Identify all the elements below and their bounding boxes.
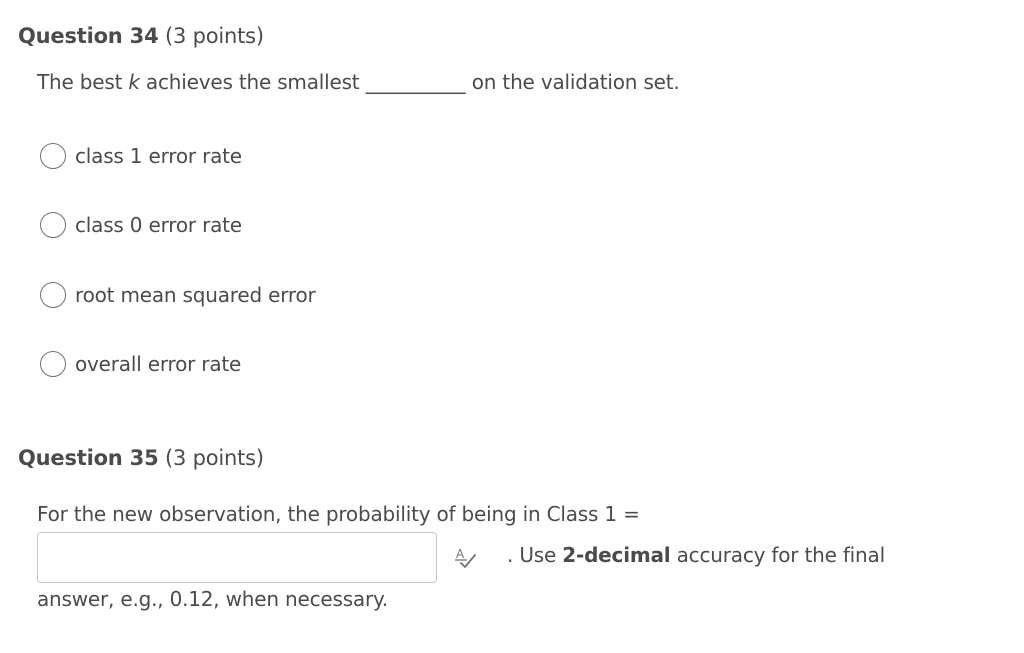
instructions-post: accuracy for the final: [670, 543, 886, 567]
prompt-text-middle: achieves the smallest: [139, 70, 366, 94]
instructions-pre: . Use: [507, 543, 563, 567]
option-root-mean-squared-error[interactable]: root mean squared error: [40, 280, 316, 310]
question-35-prompt: For the new observation, the probability…: [37, 502, 640, 526]
option-label: class 0 error rate: [75, 213, 242, 237]
question-34-points: (3 points): [164, 24, 264, 48]
option-label: overall error rate: [75, 352, 242, 376]
question-34-prompt: The best k achieves the smallest _______…: [37, 70, 680, 94]
prompt-variable-k: k: [128, 70, 140, 94]
spellcheck-icon[interactable]: A: [453, 544, 479, 570]
prompt-text-after: on the validation set.: [465, 70, 680, 94]
instructions-bold: 2-decimal: [562, 543, 671, 567]
radio-button[interactable]: [40, 351, 66, 377]
fill-in-blank: __________: [365, 70, 466, 94]
option-class-1-error-rate[interactable]: class 1 error rate: [40, 141, 242, 171]
answer-instructions-tail: answer, e.g., 0.12, when necessary.: [37, 587, 388, 611]
prompt-text-before: The best: [37, 70, 129, 94]
question-35-points: (3 points): [164, 446, 264, 470]
option-overall-error-rate[interactable]: overall error rate: [40, 349, 241, 379]
radio-button[interactable]: [40, 212, 66, 238]
quiz-page: Question 34 (3 points) The best k achiev…: [0, 0, 1024, 653]
question-35-number: Question 35: [18, 446, 159, 470]
option-class-0-error-rate[interactable]: class 0 error rate: [40, 210, 242, 240]
answer-instructions: . Use 2-decimal accuracy for the final: [507, 543, 885, 567]
radio-button[interactable]: [40, 143, 66, 169]
option-label: class 1 error rate: [75, 144, 242, 168]
answer-input[interactable]: [37, 532, 437, 583]
option-label: root mean squared error: [75, 283, 316, 307]
svg-text:A: A: [456, 547, 465, 561]
question-35-heading: Question 35 (3 points): [18, 446, 264, 470]
question-34-heading: Question 34 (3 points): [18, 24, 264, 48]
radio-button[interactable]: [40, 282, 66, 308]
question-34-number: Question 34: [18, 24, 159, 48]
